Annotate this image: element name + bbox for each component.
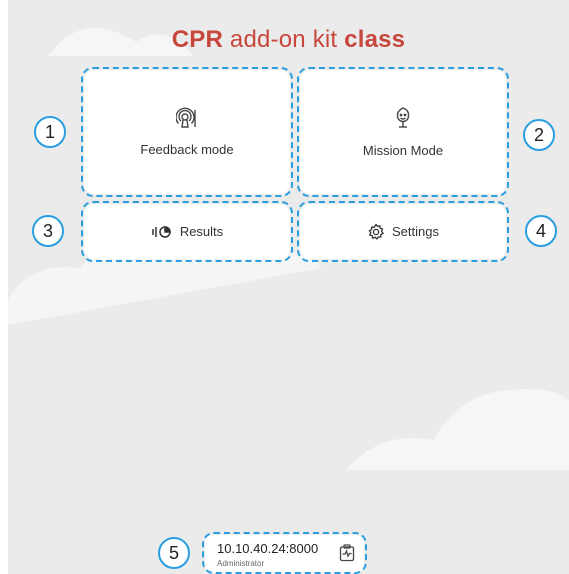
feedback-mode-label: Feedback mode [140,142,234,157]
results-button[interactable]: Results [84,204,290,259]
mission-mode-icon [393,106,413,133]
annotation-marker-2: 2 [523,119,555,151]
server-status-icon [339,544,355,567]
mission-mode-button[interactable]: Mission Mode [300,70,506,194]
annotation-marker-3: 3 [32,215,64,247]
gear-icon [367,222,385,241]
user-role: Administrator [217,559,265,568]
settings-label: Settings [392,224,439,239]
results-icon [151,225,173,239]
annotation-marker-5: 5 [158,537,190,569]
feedback-mode-button[interactable]: Feedback mode [84,70,290,194]
annotation-marker-4: 4 [525,215,557,247]
server-address: 10.10.40.24:8000 [217,541,319,556]
results-label: Results [179,224,224,239]
app-title: CPR add-on kit class [171,26,406,53]
mission-mode-label: Mission Mode [362,143,444,158]
annotation-marker-1: 1 [34,116,66,148]
app-screen: CPR add-on kit class Feedback mode Missi… [8,0,569,574]
server-status-card[interactable]: 10.10.40.24:8000 Administrator [205,535,364,573]
feedback-mode-icon [175,107,198,132]
settings-button[interactable]: Settings [300,204,506,259]
